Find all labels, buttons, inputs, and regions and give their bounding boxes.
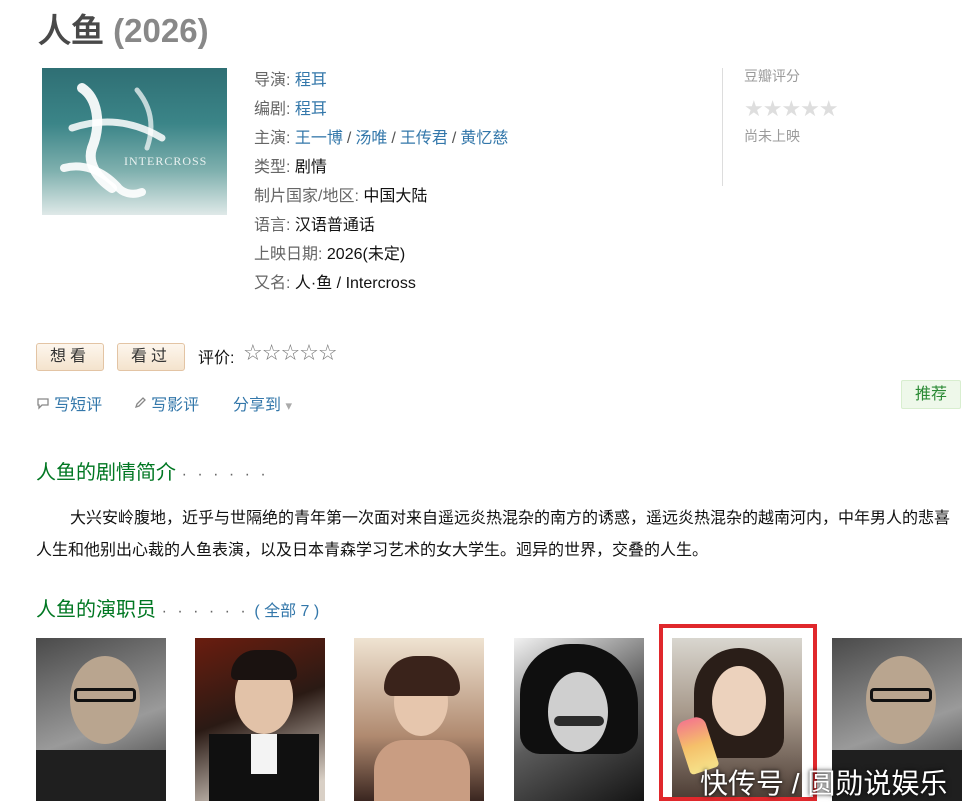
movie-poster[interactable]: INTERCROSS [42,68,227,215]
cast-separator: / [451,130,457,147]
synopsis-heading: 人鱼的剧情简介 · · · · · · [36,456,269,485]
synopsis-heading-text: 人鱼的剧情简介 [36,462,176,484]
write-short-review-link[interactable]: 写短评 [36,391,102,415]
write-review-link[interactable]: 写影评 [133,391,199,415]
cast-label: 主演: [254,130,291,147]
share-dropdown[interactable]: 分享到 ▾ [233,391,292,415]
cast-separator: / [391,130,396,147]
rating-divider [722,68,723,186]
movie-info: 导演: 程耳 编剧: 程耳 主演: 王一博 / 汤唯 / 王传君 / 黄忆慈 类型: 剧情 … [254,66,508,298]
douban-rating-label: 豆瓣评分 [744,68,800,84]
release-row: 上映日期: 2026(未定) [254,240,508,269]
cast-separator: / [346,130,352,147]
genre-label: 类型: [254,159,291,176]
rate-label: 评价: [198,350,235,367]
movie-title: 人鱼 [38,12,104,49]
cast-row: 主演: 王一博 / 汤唯 / 王传君 / 黄忆慈 [254,124,508,153]
writer-label: 编剧: [254,101,291,118]
release-label: 上映日期: [254,246,323,263]
poster-logo-text: INTERCROSS [124,154,207,168]
speech-bubble-icon [36,397,54,414]
recommend-button[interactable]: 推荐 [901,380,961,409]
pencil-icon [133,397,151,414]
share-label: 分享到 [233,397,282,414]
cast-photo[interactable] [36,638,166,801]
region-label: 制片国家/地区: [254,188,359,205]
cast-link[interactable]: 汤唯 [355,130,387,147]
language-value: 汉语普通话 [294,217,375,234]
cast-photo[interactable] [195,638,325,801]
movie-year: (2026) [113,12,209,49]
rating-status: 尚未上映 [744,128,800,144]
synopsis-heading-dots: · · · · · · [181,466,269,483]
director-link[interactable]: 程耳 [295,72,327,89]
cast-photo[interactable] [514,638,644,801]
genre-value: 剧情 [294,159,327,176]
region-value: 中国大陆 [363,188,428,205]
region-row: 制片国家/地区: 中国大陆 [254,182,508,211]
director-row: 导演: 程耳 [254,66,508,95]
synopsis-text: 大兴安岭腹地，近乎与世隔绝的青年第一次面对来自遥远炎热混杂的南方的诱惑，遥远炎热… [36,510,951,559]
poster-art: INTERCROSS [60,83,207,198]
cast-link[interactable]: 王传君 [400,130,448,147]
language-label: 语言: [254,217,291,234]
language-row: 语言: 汉语普通话 [254,211,508,240]
release-value: 2026(未定) [326,246,406,263]
watched-button[interactable]: 看过 [117,343,185,371]
aka-label: 又名: [254,275,291,292]
aka-value: 人·鱼 / Intercross [294,275,416,292]
cast-photo[interactable] [354,638,484,801]
cast-link[interactable]: 黄忆慈 [460,130,508,147]
genre-row: 类型: 剧情 [254,153,508,182]
short-review-label: 写短评 [54,397,103,414]
review-label: 写影评 [151,397,200,414]
cast-heading: 人鱼的演职员 · · · · · · ( 全部 7 ) [36,593,319,622]
cast-all-link[interactable]: ( 全部 7 ) [254,603,319,620]
rate-stars-input[interactable]: ☆☆☆☆☆ [243,340,338,366]
cast-heading-text: 人鱼的演职员 [36,599,156,621]
writer-link[interactable]: 程耳 [295,101,327,118]
director-label: 导演: [254,72,291,89]
rating-stars-empty: ★★★★★ [744,96,839,121]
cast-link[interactable]: 王一博 [295,130,343,147]
watermark-text: 快传号 / 圆勋说娱乐 [700,768,948,799]
want-to-watch-button[interactable]: 想看 [36,343,104,371]
aka-row: 又名: 人·鱼 / Intercross [254,269,508,298]
writer-row: 编剧: 程耳 [254,95,508,124]
chevron-down-icon: ▾ [285,398,292,413]
cast-heading-dots: · · · · · · [161,603,249,620]
page-title: 人鱼 (2026) [38,4,209,52]
